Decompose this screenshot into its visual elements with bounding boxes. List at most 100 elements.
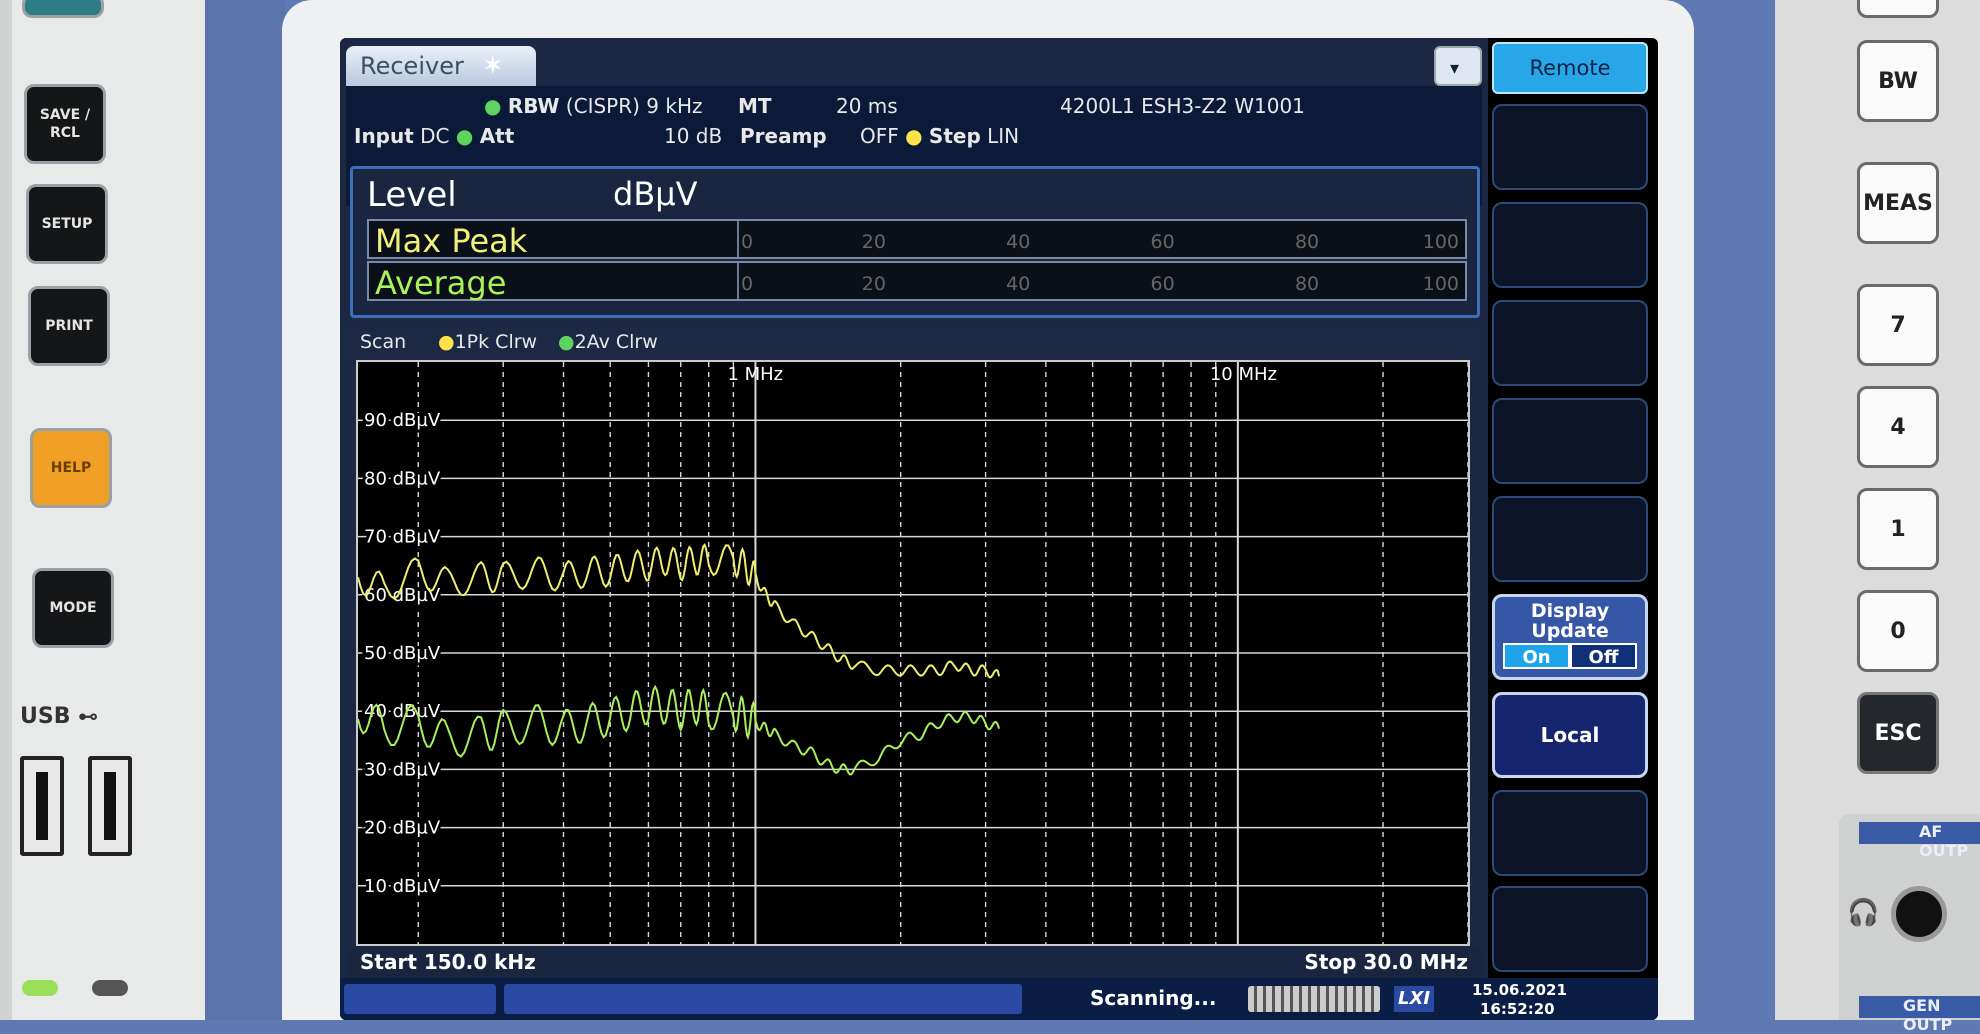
status-time: 16:52:20: [1480, 1000, 1555, 1018]
scale-tick-60: 60: [1150, 273, 1175, 295]
display-update-off[interactable]: Off: [1570, 643, 1637, 669]
setup-button[interactable]: SETUP: [26, 184, 108, 264]
usb-label: USB ⊷: [20, 704, 98, 729]
display-update-toggle[interactable]: On Off: [1503, 643, 1637, 669]
softkey-blank-3[interactable]: [1492, 300, 1648, 386]
mt-label: MT: [738, 94, 772, 118]
top-hardware-button[interactable]: [22, 0, 104, 18]
input-value: DC: [420, 124, 450, 148]
softkey-blank-1[interactable]: [1492, 104, 1648, 190]
trace-2-label: 2Av Clrw: [574, 331, 658, 353]
help-button[interactable]: HELP: [30, 428, 112, 508]
y-tick-label: 60 dBµV: [364, 585, 441, 606]
scan-chart-svg: 10 dBµV 20 dBµV 30 dBµV 40 dBµV 50 dBµV 60 dB…: [357, 362, 1469, 944]
preamp-label: Preamp: [740, 124, 827, 148]
headphone-icon: 🎧: [1847, 898, 1880, 928]
scan-plot[interactable]: 10 dBµV 20 dBµV 30 dBµV 40 dBµV 50 dBµV 60 dB…: [356, 360, 1470, 946]
input-label: Input: [354, 124, 414, 148]
status-block-2: [504, 984, 1022, 1014]
softkey-panel: Remote Display Update On Off Local: [1488, 38, 1658, 1020]
trace-1-label: 1Pk Clrw: [454, 331, 538, 353]
display-update-on[interactable]: On: [1503, 643, 1570, 669]
level-unit: dBµV: [613, 175, 698, 213]
trace-line-2: [357, 684, 1001, 776]
display-update-softkey[interactable]: Display Update On Off: [1492, 594, 1648, 680]
bw-button[interactable]: BW: [1857, 40, 1939, 122]
usb-label-text: USB: [20, 704, 71, 729]
level-panel: Level dBµV Max Peak 0 20 40 60 80 100 Av…: [350, 166, 1480, 318]
softkey-blank-6[interactable]: [1492, 790, 1648, 876]
status-block-1: [344, 984, 496, 1014]
key-1-button[interactable]: 1: [1857, 488, 1939, 570]
trace-1-legend[interactable]: ●1Pk Clrw: [438, 331, 537, 353]
right-hardware-panel: BW MEAS 7 4 1 0 ESC AF OUTP 🎧 GEN OUTP: [1775, 0, 1980, 1034]
softkey-blank-2[interactable]: [1492, 202, 1648, 288]
af-output-jack[interactable]: [1891, 886, 1947, 942]
y-tick-label: 90 dBµV: [364, 410, 441, 431]
menu-dropdown-icon[interactable]: [1434, 46, 1482, 86]
print-button[interactable]: PRINT: [28, 286, 110, 366]
scale-tick-100: 100: [1422, 231, 1459, 253]
y-tick-label: 30 dBµV: [364, 759, 441, 780]
meas-button[interactable]: MEAS: [1857, 162, 1939, 244]
x-tick-label: 10 MHz: [1210, 364, 1277, 385]
y-tick-label: 80 dBµV: [364, 468, 441, 489]
key-7-button[interactable]: 7: [1857, 284, 1939, 366]
preamp-setting: Preamp: [740, 124, 827, 148]
display-update-label: Display Update: [1530, 600, 1610, 642]
rbw-label: RBW: [507, 94, 560, 118]
start-frequency: Start 150.0 kHz: [360, 950, 536, 974]
preamp-value-step: OFF ● Step LIN: [860, 124, 1019, 148]
softkey-blank-7[interactable]: [1492, 886, 1648, 972]
att-status-dot-icon: ●: [455, 124, 474, 148]
average-scale: 0 20 40 60 80 100: [737, 263, 1461, 299]
power-led-green: [22, 980, 58, 996]
trace-1-dot-icon: ●: [438, 331, 455, 353]
scale-tick-40: 40: [1006, 231, 1031, 253]
y-tick-label: 50 dBµV: [364, 643, 441, 664]
y-tick-label: 20 dBµV: [364, 818, 441, 839]
scale-tick-80: 80: [1294, 273, 1320, 295]
usb-icon: ⊷: [78, 704, 99, 728]
trace-2-dot-icon: ●: [558, 331, 575, 353]
scan-header: Scan ●1Pk Clrw ●2Av Clrw: [346, 328, 1482, 358]
usb-port-2[interactable]: [88, 756, 132, 856]
softkey-blank-5[interactable]: [1492, 496, 1648, 582]
top-right-hardware-button[interactable]: [1857, 0, 1939, 18]
status-bar: Scanning... LXI 15.06.2021 16:52:20: [340, 978, 1658, 1020]
receiver-screen: Receiver ✶ ● RBW (CISPR) 9 kHz MT 20 ms …: [340, 38, 1658, 1020]
mt-value: 20 ms: [836, 94, 898, 118]
input-setting: Input DC ● Att: [354, 124, 514, 148]
level-title: Level: [367, 175, 457, 215]
instrument-frame-left: [205, 0, 285, 1020]
max-peak-label: Max Peak: [375, 222, 528, 260]
scale-tick-100: 100: [1422, 273, 1459, 295]
step-status-dot-icon: ●: [905, 124, 923, 148]
key-0-button[interactable]: 0: [1857, 590, 1939, 672]
softkey-blank-4[interactable]: [1492, 398, 1648, 484]
x-tick-label: 1 MHz: [727, 364, 783, 385]
lxi-logo: LXI: [1394, 986, 1434, 1012]
transducer-label: 4200L1 ESH3-Z2 W1001: [1060, 94, 1305, 118]
step-value: LIN: [987, 124, 1020, 148]
mode-button[interactable]: MODE: [32, 568, 114, 648]
rbw-status-dot-icon: ●: [484, 94, 502, 118]
left-panel-edge: [0, 0, 12, 1020]
trace-2-legend[interactable]: ●2Av Clrw: [558, 331, 658, 353]
usb-port-1[interactable]: [20, 756, 64, 856]
tab-receiver[interactable]: Receiver ✶: [346, 46, 536, 86]
average-label: Average: [375, 264, 507, 302]
left-hardware-panel: SAVE / RCL SETUP PRINT HELP MODE USB ⊷: [0, 0, 205, 1020]
rbw-value: (CISPR) 9 kHz: [565, 94, 703, 118]
star-icon: ✶: [481, 51, 504, 81]
status-date: 15.06.2021: [1472, 981, 1567, 999]
save-rcl-button[interactable]: SAVE / RCL: [24, 84, 106, 164]
status-text: Scanning...: [1090, 986, 1217, 1010]
esc-button[interactable]: ESC: [1857, 692, 1939, 774]
local-softkey[interactable]: Local: [1492, 692, 1648, 778]
step-label: Step: [928, 124, 981, 148]
key-4-button[interactable]: 4: [1857, 386, 1939, 468]
standby-led: [92, 980, 128, 996]
remote-softkey[interactable]: Remote: [1492, 42, 1648, 94]
mt-label-text: MT: [738, 94, 772, 118]
